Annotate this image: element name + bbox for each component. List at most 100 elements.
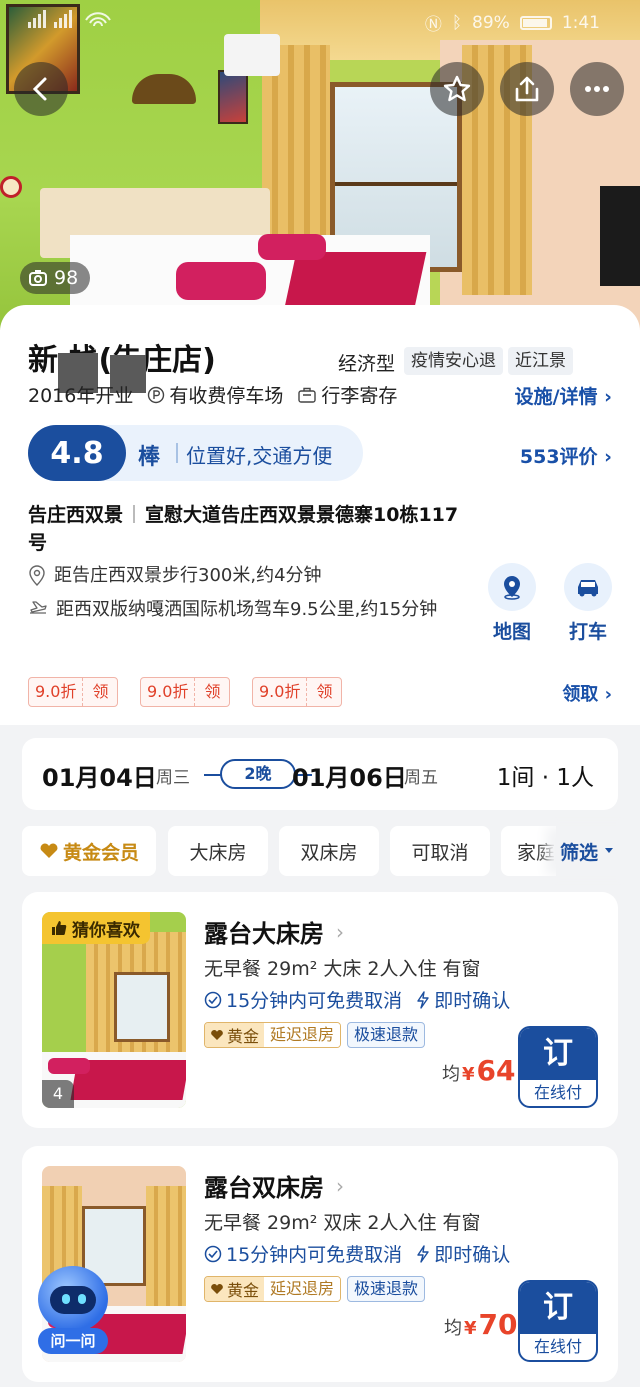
- back-button[interactable]: [14, 62, 68, 116]
- book-button[interactable]: 订 在线付: [518, 1026, 598, 1108]
- rating-divider: [176, 443, 178, 463]
- taxi-button[interactable]: 打车: [558, 563, 618, 644]
- filter-chip-twin-bed[interactable]: 双床房: [279, 826, 379, 876]
- battery-percent: 89%: [472, 12, 510, 33]
- check-circle-icon: [204, 1245, 222, 1262]
- lightning-icon: [417, 990, 429, 1009]
- facility-opened: 2016年开业: [28, 385, 134, 407]
- check-circle-icon: [204, 991, 222, 1008]
- chevron-right-icon: ›: [336, 1173, 344, 1198]
- checkout-date[interactable]: 01月06日: [292, 758, 407, 793]
- room-card[interactable]: 猜你喜欢 4 露台大床房 › 无早餐 29m² 大床 2人入住 有窗 15分钟内可…: [22, 892, 618, 1128]
- filter-bar: 黄金会员 大床房 双床房 可取消 家庭 筛选: [22, 826, 640, 876]
- car-icon: [578, 580, 598, 597]
- hotel-info-sheet: 新 栈(告庄店) 经济型 疫情安心退 近江景 2016年开业 有收费停车场 行李…: [0, 305, 640, 725]
- free-cancel-text: 15分钟内可免费取消: [226, 1244, 403, 1266]
- clock: 1:41: [561, 12, 600, 33]
- hero-pillow: [176, 262, 266, 300]
- star-icon: [443, 75, 471, 102]
- room-specs: 无早餐 29m² 大床 2人入住 有窗: [204, 958, 481, 980]
- room-photo-count: 4: [42, 1080, 74, 1108]
- facility-detail-link[interactable]: 设施/详情 ›: [515, 382, 612, 409]
- share-button[interactable]: [500, 62, 554, 116]
- room-price: 均 ¥64: [442, 1054, 516, 1087]
- nights-badge: 2晚: [220, 759, 296, 789]
- thumbs-up-icon: [52, 921, 67, 935]
- claim-coupons-link[interactable]: 领取 ›: [562, 680, 612, 706]
- nfc-icon: Ⓝ: [424, 15, 442, 35]
- more-dots-icon: [585, 86, 609, 92]
- book-button[interactable]: 订 在线付: [518, 1280, 598, 1362]
- checkin-date[interactable]: 01月04日: [42, 758, 157, 793]
- distance-walk-row: 距告庄西双景步行300米,约4分钟: [28, 563, 468, 589]
- hotel-address: 告庄西双景 宣慰大道告庄西双景景德寨10栋117号: [28, 501, 468, 557]
- camera-icon: [29, 270, 47, 286]
- chevron-right-icon: ›: [336, 919, 344, 944]
- price-value: 64: [476, 1054, 516, 1087]
- review-count-link[interactable]: 553评价 ›: [520, 442, 612, 469]
- gold-benefit-tag: 黄金 延迟退房: [204, 1022, 342, 1048]
- map-button[interactable]: 地图: [482, 563, 542, 644]
- room-title[interactable]: 露台双床房 ›: [204, 1168, 344, 1203]
- instant-confirm-text: 即时确认: [434, 990, 511, 1012]
- heart-icon: [40, 843, 58, 858]
- room-title[interactable]: 露台大床房 ›: [204, 914, 344, 949]
- map-label: 地图: [492, 621, 531, 643]
- free-cancel-text: 15分钟内可免费取消: [226, 990, 403, 1012]
- rating-word: 棒: [138, 445, 161, 470]
- location-pin-icon: [29, 565, 45, 586]
- hero-painting: [218, 70, 248, 124]
- fast-refund-tag: 极速退款: [347, 1022, 426, 1048]
- room-photo[interactable]: 猜你喜欢 4: [42, 912, 186, 1108]
- distance-airport: 距西双版纳嘎洒国际机场驾车9.5公里,约15分钟: [56, 599, 438, 620]
- rating-description: 位置好,交通方便: [186, 444, 333, 468]
- hero-bed-runner: [283, 252, 427, 312]
- bluetooth-icon: ᛒ: [451, 12, 463, 33]
- address-area: 告庄西双景: [28, 504, 124, 526]
- recommend-badge: 猜你喜欢: [42, 912, 150, 944]
- hotel-hero-photo[interactable]: [0, 0, 640, 330]
- coupon[interactable]: 9.0折领: [140, 677, 231, 707]
- instant-confirm-text: 即时确认: [434, 1244, 511, 1266]
- tag-near-river: 近江景: [508, 347, 573, 375]
- room-card[interactable]: 露台双床房 › 无早餐 29m² 双床 2人入住 有窗 15分钟内可免费取消 即时…: [22, 1146, 618, 1382]
- rooms-guests[interactable]: 1间 · 1人: [497, 758, 594, 792]
- gold-benefit-tag: 黄金 延迟退房: [204, 1276, 342, 1302]
- tag-safe-refund: 疫情安心退: [404, 347, 503, 375]
- luggage-icon: [298, 387, 317, 403]
- lightning-icon: [417, 1244, 429, 1263]
- checkout-weekday: 周五: [404, 768, 438, 788]
- battery-icon: [519, 15, 552, 30]
- more-button[interactable]: [570, 62, 624, 116]
- filter-chip-cancellable[interactable]: 可取消: [390, 826, 490, 876]
- status-bar: Ⓝ ᛒ 89% 1:41: [0, 8, 640, 36]
- room-tags: 黄金 延迟退房 极速退款: [204, 1276, 426, 1302]
- filter-chip-king-bed[interactable]: 大床房: [168, 826, 268, 876]
- photo-count-badge[interactable]: 98: [20, 262, 91, 294]
- checkin-weekday: 周三: [156, 768, 190, 788]
- room-policy: 15分钟内可免费取消 即时确认: [204, 986, 510, 1013]
- coupon[interactable]: 9.0折领: [252, 677, 343, 707]
- fast-refund-tag: 极速退款: [347, 1276, 426, 1302]
- map-pin-icon: [504, 576, 520, 600]
- hero-tv: [600, 186, 640, 286]
- hero-air-conditioner: [224, 34, 280, 76]
- heart-icon: [211, 1284, 223, 1294]
- date-selector[interactable]: 01月04日 周三 2晚 01月06日 周五 1间 · 1人: [22, 738, 618, 810]
- rating-bar[interactable]: 4.8 棒 位置好,交通方便: [28, 425, 363, 481]
- room-tags: 黄金 延迟退房 极速退款: [204, 1022, 426, 1048]
- hotel-type: 经济型: [338, 353, 396, 375]
- favorite-button[interactable]: [430, 62, 484, 116]
- assistant-bot-button[interactable]: 问一问: [36, 1266, 110, 1358]
- coupon[interactable]: 9.0折领: [28, 677, 119, 707]
- filter-chip-gold-member[interactable]: 黄金会员: [22, 826, 156, 876]
- facility-luggage: 行李寄存: [297, 381, 397, 408]
- hero-lamp: [0, 176, 22, 198]
- hero-pillow: [258, 234, 326, 260]
- filter-button[interactable]: 筛选: [556, 826, 640, 876]
- taxi-label: 打车: [568, 621, 607, 643]
- distance-walk: 距告庄西双景步行300米,约4分钟: [54, 565, 322, 586]
- facility-parking: 有收费停车场: [147, 381, 283, 408]
- room-policy: 15分钟内可免费取消 即时确认: [204, 1240, 510, 1267]
- heart-icon: [211, 1030, 223, 1040]
